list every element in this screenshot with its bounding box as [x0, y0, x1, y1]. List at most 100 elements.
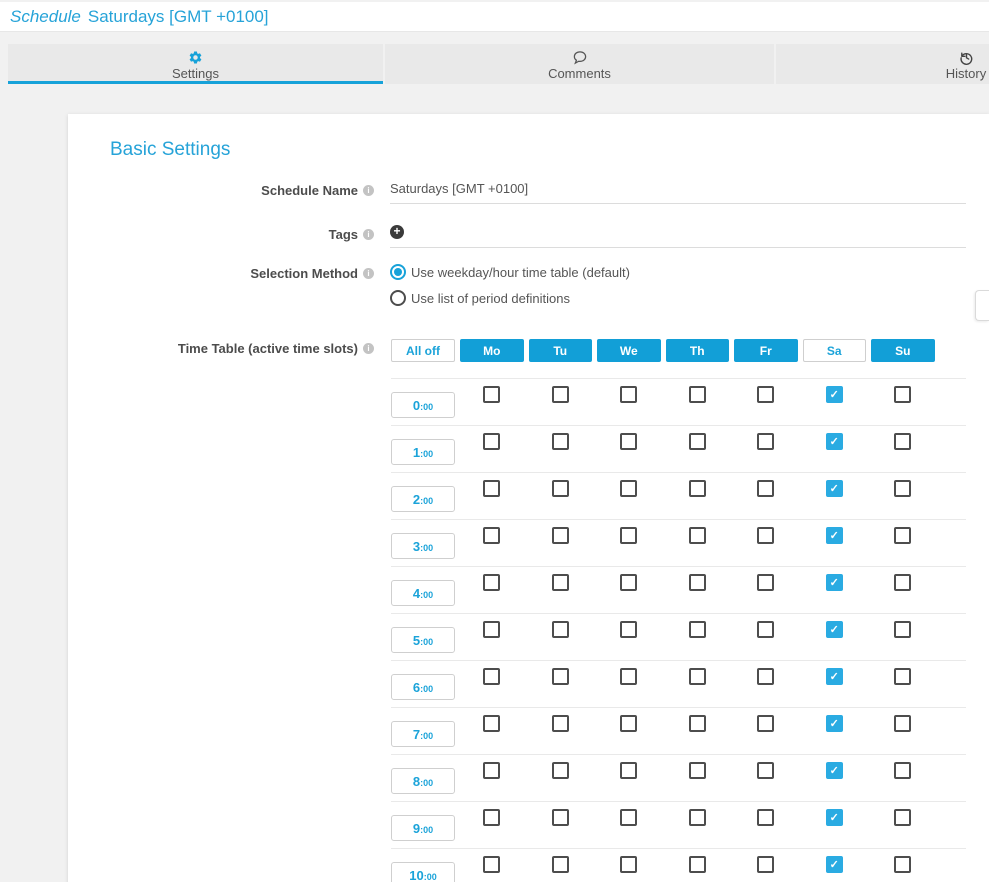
timeslot-checkbox-tu-500[interactable]	[552, 621, 569, 638]
hour-button-300[interactable]: 3:00	[391, 533, 455, 559]
hour-button-1000[interactable]: 10:00	[391, 862, 455, 882]
timeslot-checkbox-fr-400[interactable]	[757, 574, 774, 591]
hour-button-700[interactable]: 7:00	[391, 721, 455, 747]
timeslot-checkbox-tu-100[interactable]	[552, 433, 569, 450]
day-toggle-mo[interactable]: Mo	[460, 339, 524, 362]
timeslot-checkbox-mo-300[interactable]	[483, 527, 500, 544]
timeslot-checkbox-sa-600[interactable]: ✓	[826, 668, 843, 685]
timeslot-checkbox-fr-700[interactable]	[757, 715, 774, 732]
timeslot-checkbox-th-600[interactable]	[689, 668, 706, 685]
timeslot-checkbox-we-500[interactable]	[620, 621, 637, 638]
timeslot-checkbox-th-400[interactable]	[689, 574, 706, 591]
timeslot-checkbox-sa-500[interactable]: ✓	[826, 621, 843, 638]
timeslot-checkbox-su-1000[interactable]	[894, 856, 911, 873]
timeslot-checkbox-mo-1000[interactable]	[483, 856, 500, 873]
timeslot-checkbox-we-700[interactable]	[620, 715, 637, 732]
timeslot-checkbox-su-400[interactable]	[894, 574, 911, 591]
timeslot-checkbox-su-300[interactable]	[894, 527, 911, 544]
timeslot-checkbox-tu-1000[interactable]	[552, 856, 569, 873]
timeslot-checkbox-th-200[interactable]	[689, 480, 706, 497]
tab-comments[interactable]: Comments	[385, 44, 774, 84]
timeslot-checkbox-su-000[interactable]	[894, 386, 911, 403]
timeslot-checkbox-mo-900[interactable]	[483, 809, 500, 826]
timeslot-checkbox-su-100[interactable]	[894, 433, 911, 450]
timeslot-checkbox-sa-200[interactable]: ✓	[826, 480, 843, 497]
timeslot-checkbox-mo-100[interactable]	[483, 433, 500, 450]
day-toggle-we[interactable]: We	[597, 339, 661, 362]
timeslot-checkbox-fr-500[interactable]	[757, 621, 774, 638]
hour-button-500[interactable]: 5:00	[391, 627, 455, 653]
tab-history[interactable]: History	[776, 44, 989, 84]
timeslot-checkbox-th-300[interactable]	[689, 527, 706, 544]
timeslot-checkbox-sa-800[interactable]: ✓	[826, 762, 843, 779]
hour-button-200[interactable]: 2:00	[391, 486, 455, 512]
timeslot-checkbox-sa-400[interactable]: ✓	[826, 574, 843, 591]
timeslot-checkbox-we-800[interactable]	[620, 762, 637, 779]
timeslot-checkbox-th-500[interactable]	[689, 621, 706, 638]
tab-settings[interactable]: Settings	[8, 44, 383, 84]
radio-option-periods[interactable]: Use list of period definitions	[390, 290, 966, 306]
timeslot-checkbox-fr-800[interactable]	[757, 762, 774, 779]
timeslot-checkbox-tu-600[interactable]	[552, 668, 569, 685]
timeslot-checkbox-we-300[interactable]	[620, 527, 637, 544]
timeslot-checkbox-sa-1000[interactable]: ✓	[826, 856, 843, 873]
all-off-button[interactable]: All off	[391, 339, 455, 362]
hour-button-900[interactable]: 9:00	[391, 815, 455, 841]
timeslot-checkbox-su-700[interactable]	[894, 715, 911, 732]
radio-option-timetable[interactable]: Use weekday/hour time table (default)	[390, 264, 966, 280]
timeslot-checkbox-th-700[interactable]	[689, 715, 706, 732]
timeslot-checkbox-tu-700[interactable]	[552, 715, 569, 732]
timeslot-checkbox-we-1000[interactable]	[620, 856, 637, 873]
timeslot-checkbox-sa-900[interactable]: ✓	[826, 809, 843, 826]
timeslot-checkbox-sa-100[interactable]: ✓	[826, 433, 843, 450]
timeslot-checkbox-sa-300[interactable]: ✓	[826, 527, 843, 544]
timeslot-checkbox-tu-400[interactable]	[552, 574, 569, 591]
timeslot-checkbox-we-400[interactable]	[620, 574, 637, 591]
info-icon[interactable]: i	[363, 185, 374, 196]
day-toggle-fr[interactable]: Fr	[734, 339, 798, 362]
timeslot-checkbox-th-000[interactable]	[689, 386, 706, 403]
hour-button-600[interactable]: 6:00	[391, 674, 455, 700]
timeslot-checkbox-mo-200[interactable]	[483, 480, 500, 497]
timeslot-checkbox-su-600[interactable]	[894, 668, 911, 685]
timeslot-checkbox-fr-200[interactable]	[757, 480, 774, 497]
day-toggle-tu[interactable]: Tu	[529, 339, 593, 362]
timeslot-checkbox-we-600[interactable]	[620, 668, 637, 685]
timeslot-checkbox-mo-700[interactable]	[483, 715, 500, 732]
schedule-name-input[interactable]: Saturdays [GMT +0100]	[390, 181, 966, 204]
timeslot-checkbox-mo-600[interactable]	[483, 668, 500, 685]
timeslot-checkbox-mo-800[interactable]	[483, 762, 500, 779]
timeslot-checkbox-su-200[interactable]	[894, 480, 911, 497]
timeslot-checkbox-tu-200[interactable]	[552, 480, 569, 497]
timeslot-checkbox-fr-100[interactable]	[757, 433, 774, 450]
side-flyout-handle[interactable]	[975, 290, 989, 321]
timeslot-checkbox-fr-900[interactable]	[757, 809, 774, 826]
timeslot-checkbox-fr-600[interactable]	[757, 668, 774, 685]
day-toggle-su[interactable]: Su	[871, 339, 935, 362]
day-toggle-th[interactable]: Th	[666, 339, 730, 362]
timeslot-checkbox-fr-300[interactable]	[757, 527, 774, 544]
timeslot-checkbox-su-900[interactable]	[894, 809, 911, 826]
timeslot-checkbox-th-1000[interactable]	[689, 856, 706, 873]
timeslot-checkbox-tu-300[interactable]	[552, 527, 569, 544]
timeslot-checkbox-fr-000[interactable]	[757, 386, 774, 403]
timeslot-checkbox-th-100[interactable]	[689, 433, 706, 450]
timeslot-checkbox-mo-400[interactable]	[483, 574, 500, 591]
info-icon[interactable]: i	[363, 229, 374, 240]
timeslot-checkbox-mo-500[interactable]	[483, 621, 500, 638]
timeslot-checkbox-mo-000[interactable]	[483, 386, 500, 403]
timeslot-checkbox-th-900[interactable]	[689, 809, 706, 826]
plus-circle-icon[interactable]: +	[390, 225, 404, 239]
hour-button-000[interactable]: 0:00	[391, 392, 455, 418]
day-toggle-sa[interactable]: Sa	[803, 339, 867, 362]
timeslot-checkbox-we-200[interactable]	[620, 480, 637, 497]
hour-button-400[interactable]: 4:00	[391, 580, 455, 606]
info-icon[interactable]: i	[363, 268, 374, 279]
timeslot-checkbox-su-800[interactable]	[894, 762, 911, 779]
timeslot-checkbox-su-500[interactable]	[894, 621, 911, 638]
info-icon[interactable]: i	[363, 343, 374, 354]
timeslot-checkbox-sa-000[interactable]: ✓	[826, 386, 843, 403]
timeslot-checkbox-sa-700[interactable]: ✓	[826, 715, 843, 732]
hour-button-800[interactable]: 8:00	[391, 768, 455, 794]
hour-button-100[interactable]: 1:00	[391, 439, 455, 465]
